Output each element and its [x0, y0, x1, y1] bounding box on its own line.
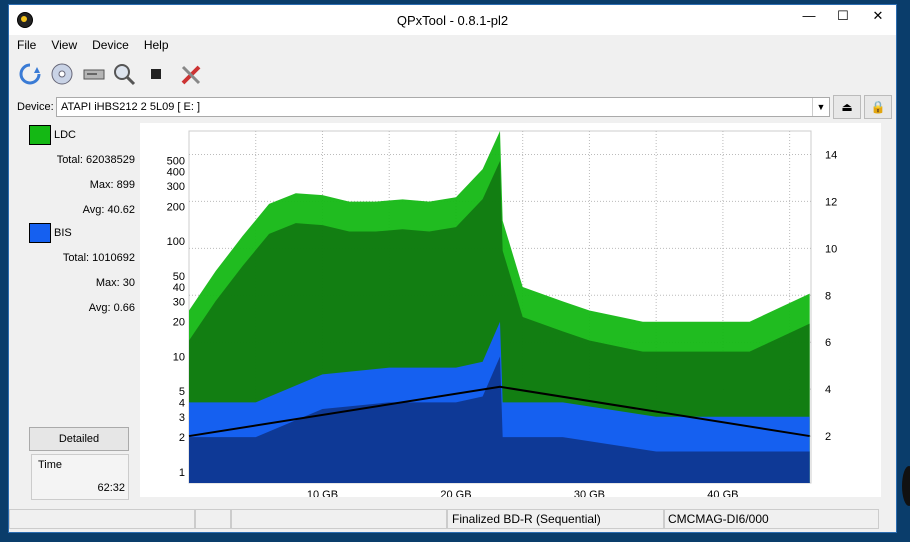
- status-cell-2: [195, 509, 231, 529]
- minimize-button[interactable]: —: [792, 5, 826, 27]
- device-row: Device: ATAPI iHBS212 2 5L09 [ E: ] ▼ ⏏ …: [9, 95, 896, 119]
- stats-panel: LDC Total: 62038529 Max: 899 Avg: 40.62 …: [9, 121, 135, 501]
- y-left-tick-label: 2: [179, 432, 185, 444]
- bis-max: Max: 30: [95, 277, 135, 289]
- menu-file[interactable]: File: [9, 35, 43, 52]
- ldc-legend-label: LDC: [54, 129, 77, 141]
- y-left-tick-label: 3: [179, 412, 185, 424]
- y-right-tick-label: 14: [825, 149, 837, 161]
- x-tick-label: 30 GB: [574, 489, 605, 497]
- disc-icon[interactable]: [49, 61, 75, 87]
- x-tick-label: 20 GB: [440, 489, 471, 497]
- status-cell-3: [231, 509, 447, 529]
- status-bar: Finalized BD-R (Sequential) CMCMAG-DI6/0…: [9, 507, 896, 529]
- media-id-status: CMCMAG-DI6/000: [663, 509, 879, 529]
- detailed-button[interactable]: Detailed: [29, 427, 129, 451]
- app-window: QPxTool - 0.8.1-pl2 — ☐ ✕ File View Device…: [8, 4, 897, 533]
- x-tick-label: 10 GB: [307, 489, 338, 497]
- window-title: QPxTool - 0.8.1-pl2: [396, 13, 509, 28]
- ldc-max: Max: 899: [89, 179, 135, 191]
- y-left-tick-label: 5: [179, 386, 185, 398]
- menu-view[interactable]: View: [43, 35, 84, 52]
- y-left-tick-label: 100: [167, 236, 185, 248]
- ldc-color-swatch[interactable]: [29, 125, 51, 145]
- y-left-tick-label: 500: [167, 155, 185, 167]
- y-left-tick-label: 20: [173, 317, 185, 329]
- time-box: Time 62:32: [31, 454, 129, 500]
- y-left-tick-label: 200: [167, 201, 185, 213]
- drive-icon[interactable]: [81, 61, 107, 87]
- eject-button[interactable]: ⏏: [833, 95, 861, 119]
- y-left-tick-label: 40: [173, 282, 185, 294]
- y-right-tick-label: 8: [825, 290, 831, 302]
- bis-total: Total: 1010692: [62, 252, 135, 264]
- y-right-tick-label: 10: [825, 243, 837, 255]
- maximize-button[interactable]: ☐: [826, 5, 860, 27]
- device-label: Device:: [17, 101, 54, 113]
- y-right-tick-label: 4: [825, 384, 831, 396]
- y-left-tick-label: 50: [173, 271, 185, 283]
- bis-legend-label: BIS: [54, 227, 72, 239]
- menu-device[interactable]: Device: [84, 35, 136, 52]
- time-value: 62:32: [97, 482, 125, 494]
- y-left-tick-label: 30: [173, 296, 185, 308]
- refresh-icon[interactable]: [17, 61, 43, 87]
- scan-icon[interactable]: [111, 61, 137, 87]
- bis-avg: Avg: 0.66: [88, 302, 135, 314]
- chart-area: 1 2 3 4 5 10 20 30 40 50 100 200 300 400 500 2 4 6 8 10 12 14…: [140, 123, 881, 501]
- y-left-tick-label: 300: [167, 181, 185, 193]
- y-left-tick-label: 400: [167, 167, 185, 179]
- corner-orb: [902, 466, 910, 506]
- ldc-total: Total: 62038529: [56, 154, 135, 166]
- ldc-bis-chart: 1234510203040501002003004005002468101214…: [167, 130, 837, 501]
- status-cell-1: [9, 509, 195, 529]
- chevron-down-icon[interactable]: ▼: [812, 98, 829, 116]
- close-button[interactable]: ✕: [861, 5, 895, 27]
- menu-help[interactable]: Help: [136, 35, 176, 52]
- disc-type-status: Finalized BD-R (Sequential): [447, 509, 665, 529]
- ldc-avg: Avg: 40.62: [82, 204, 135, 216]
- y-right-tick-label: 12: [825, 196, 837, 208]
- bis-color-swatch[interactable]: [29, 223, 51, 243]
- y-left-tick-label: 4: [179, 397, 185, 409]
- y-left-tick-label: 10: [173, 351, 185, 363]
- tools-icon[interactable]: [179, 61, 205, 87]
- x-tick-label: 40 GB: [707, 489, 738, 497]
- lock-button[interactable]: 🔒: [864, 95, 892, 119]
- y-right-tick-label: 2: [825, 431, 831, 443]
- device-value: ATAPI iHBS212 2 5L09 [ E: ]: [61, 101, 200, 113]
- y-left-tick-label: 1: [179, 467, 185, 479]
- toolbar: [9, 57, 896, 93]
- menu-bar: File View Device Help: [9, 35, 896, 55]
- device-select[interactable]: ATAPI iHBS212 2 5L09 [ E: ] ▼: [56, 97, 830, 117]
- time-label: Time: [38, 459, 63, 471]
- y-right-tick-label: 6: [825, 337, 831, 349]
- title-bar: QPxTool - 0.8.1-pl2 — ☐ ✕: [9, 5, 896, 35]
- stop-icon[interactable]: [143, 61, 169, 87]
